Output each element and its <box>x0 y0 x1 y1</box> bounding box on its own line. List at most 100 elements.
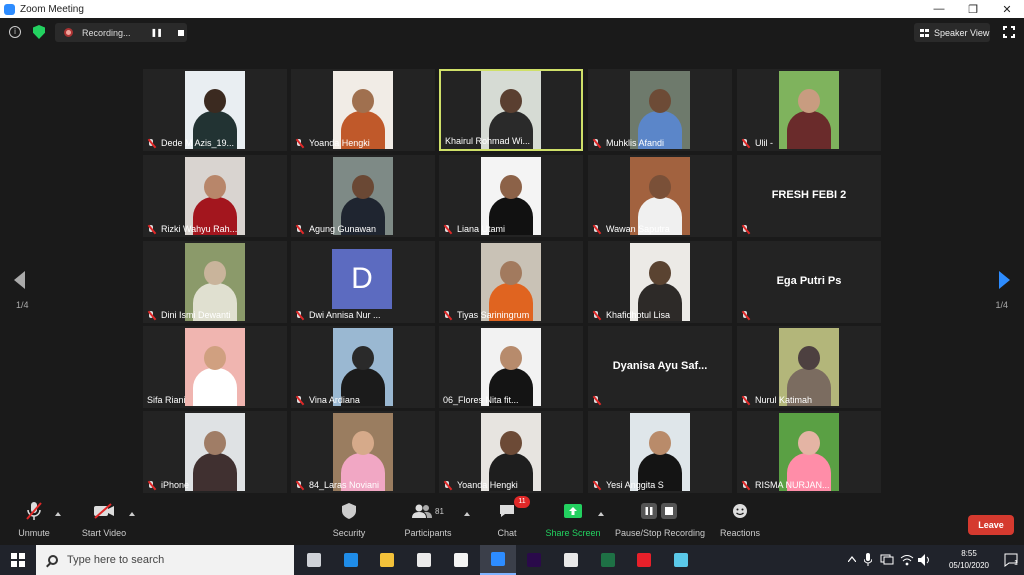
muted-mic-icon <box>26 502 42 520</box>
participant-name-row: Vina Ardiana <box>295 395 360 405</box>
participant-name-row: 06_Flores Nita fit... <box>443 395 519 405</box>
participant-tile[interactable]: Rizki Wahyu Rah... <box>143 155 287 237</box>
taskbar-app-edge[interactable] <box>333 545 369 575</box>
microphone-icon[interactable] <box>864 553 872 566</box>
participant-tile[interactable]: 06_Flores Nita fit... <box>439 326 583 408</box>
participant-tile[interactable]: Dyanisa Ayu Saf... <box>588 326 732 408</box>
taskbar-app-task-view[interactable] <box>296 545 332 575</box>
taskbar-search-box[interactable]: Type here to search <box>36 545 294 575</box>
taskbar-app-paint[interactable] <box>663 545 699 575</box>
participant-tile[interactable]: Ulil - <box>737 69 881 151</box>
mic-muted-icon <box>741 395 750 405</box>
participant-tile[interactable]: Nurul Katimah <box>737 326 881 408</box>
security-button[interactable]: Security <box>330 500 368 538</box>
task-view-icon <box>307 553 321 567</box>
participant-tile[interactable]: Muhklis Afandi <box>588 69 732 151</box>
excel-icon <box>600 553 615 567</box>
audio-options-caret-icon[interactable] <box>55 512 61 516</box>
fullscreen-icon[interactable] <box>1002 25 1016 39</box>
window-title: Zoom Meeting <box>20 3 84 15</box>
shield-icon <box>342 503 356 519</box>
participants-button[interactable]: 81 Participants <box>402 500 454 538</box>
participant-name: Khafidhotul Lisa <box>606 310 671 320</box>
reactions-button[interactable]: Reactions <box>718 500 762 538</box>
taskbar-app-opera[interactable] <box>626 545 662 575</box>
participant-tile[interactable]: Khairul Rohmad Wi... <box>439 69 583 151</box>
chevron-up-icon[interactable] <box>848 556 856 562</box>
meeting-info-icon[interactable]: i <box>9 26 21 38</box>
previous-page-arrow-icon[interactable] <box>14 271 25 289</box>
share-screen-button[interactable]: Share Screen <box>544 500 602 538</box>
participant-tile[interactable]: Liana Utami <box>439 155 583 237</box>
mic-muted-icon <box>295 138 304 148</box>
participant-name: RISMA NURJAN... <box>755 480 830 490</box>
participant-name-row: iPhone <box>147 480 189 490</box>
volume-icon[interactable] <box>918 554 932 566</box>
video-options-caret-icon[interactable] <box>129 512 135 516</box>
unmute-button[interactable]: Unmute <box>14 500 54 538</box>
participant-name-row: Dwi Annisa Nur ... <box>295 310 381 320</box>
participant-head <box>798 89 820 113</box>
participant-video <box>185 328 245 406</box>
participant-tile[interactable]: Sifa Riani <box>143 326 287 408</box>
windows-start-icon[interactable] <box>11 553 25 567</box>
participant-count: 81 <box>435 506 444 516</box>
mic-muted-icon <box>741 311 750 320</box>
mic-muted-icon <box>295 480 304 490</box>
participant-tile[interactable]: Ega Putri Ps <box>737 241 881 323</box>
participant-tile[interactable]: Agung Gunawan <box>291 155 435 237</box>
next-page-arrow-icon[interactable] <box>999 271 1010 289</box>
participant-tile[interactable]: iPhone <box>143 411 287 493</box>
page-indicator-right: 1/4 <box>995 300 1008 310</box>
participant-tile[interactable]: Khafidhotul Lisa <box>588 241 732 323</box>
share-options-caret-icon[interactable] <box>598 512 604 516</box>
restore-button[interactable]: ❐ <box>956 0 990 18</box>
close-button[interactable]: ✕ <box>990 0 1024 18</box>
participant-tile[interactable]: Tiyas Sariningrum <box>439 241 583 323</box>
participant-name-row: Sifa Riani <box>147 395 186 405</box>
search-placeholder: Type here to search <box>67 554 165 566</box>
participant-name: Ulil - <box>755 138 773 148</box>
taskbar-app-mail[interactable] <box>443 545 479 575</box>
participant-name-row: Dede M Azis_19... <box>147 138 234 148</box>
wifi-icon[interactable] <box>900 554 914 566</box>
participant-tile[interactable]: Yesi Anggita S <box>588 411 732 493</box>
paint-icon <box>674 553 688 567</box>
participant-name-row: Yoanda Hengki <box>295 138 370 148</box>
start-video-button[interactable]: Start Video <box>80 500 128 538</box>
clock-time[interactable]: 8:55 <box>940 549 998 558</box>
pause-stop-recording-button[interactable]: Pause/Stop Recording <box>614 500 706 538</box>
leave-button[interactable]: Leave <box>968 515 1014 535</box>
participant-name: Muhklis Afandi <box>606 138 665 148</box>
taskbar-app-premiere[interactable] <box>516 545 552 575</box>
taskbar-app-zoom[interactable] <box>479 545 516 575</box>
taskbar-app-file-explorer[interactable] <box>369 545 405 575</box>
participant-name: Tiyas Sariningrum <box>457 310 530 320</box>
speaker-view-button[interactable]: Speaker View <box>914 23 990 42</box>
mic-muted-icon <box>741 225 750 234</box>
participant-tile[interactable]: Yoanda Hengki <box>439 411 583 493</box>
minimize-button[interactable]: — <box>922 0 956 18</box>
participant-tile[interactable]: Vina Ardiana <box>291 326 435 408</box>
search-icon <box>48 555 58 565</box>
clock-date[interactable]: 05/10/2020 <box>940 561 998 570</box>
encryption-shield-icon[interactable] <box>33 25 45 39</box>
taskbar-app-store[interactable] <box>406 545 442 575</box>
stop-recording-icon[interactable] <box>177 29 184 36</box>
taskbar-app-excel[interactable] <box>590 545 626 575</box>
participant-tile[interactable]: Wawan Saputra <box>588 155 732 237</box>
mail-icon <box>453 553 468 567</box>
participants-caret-icon[interactable] <box>464 512 470 516</box>
chat-button[interactable]: 11 Chat <box>492 496 530 538</box>
participant-tile[interactable]: Dini Ismi Dewanti <box>143 241 287 323</box>
taskbar-app-settings[interactable] <box>553 545 589 575</box>
network-icon[interactable] <box>880 554 894 565</box>
participant-tile[interactable]: Dede M Azis_19... <box>143 69 287 151</box>
participant-tile[interactable]: D Dwi Annisa Nur ... <box>291 241 435 323</box>
participant-tile[interactable]: FRESH FEBI 2 <box>737 155 881 237</box>
participant-head <box>798 431 820 455</box>
pause-recording-icon[interactable]: ❚❚ <box>151 28 163 37</box>
participant-tile[interactable]: Yoanda Hengki <box>291 69 435 151</box>
participant-tile[interactable]: 84_Laras Noviani <box>291 411 435 493</box>
participant-tile[interactable]: RISMA NURJAN... <box>737 411 881 493</box>
